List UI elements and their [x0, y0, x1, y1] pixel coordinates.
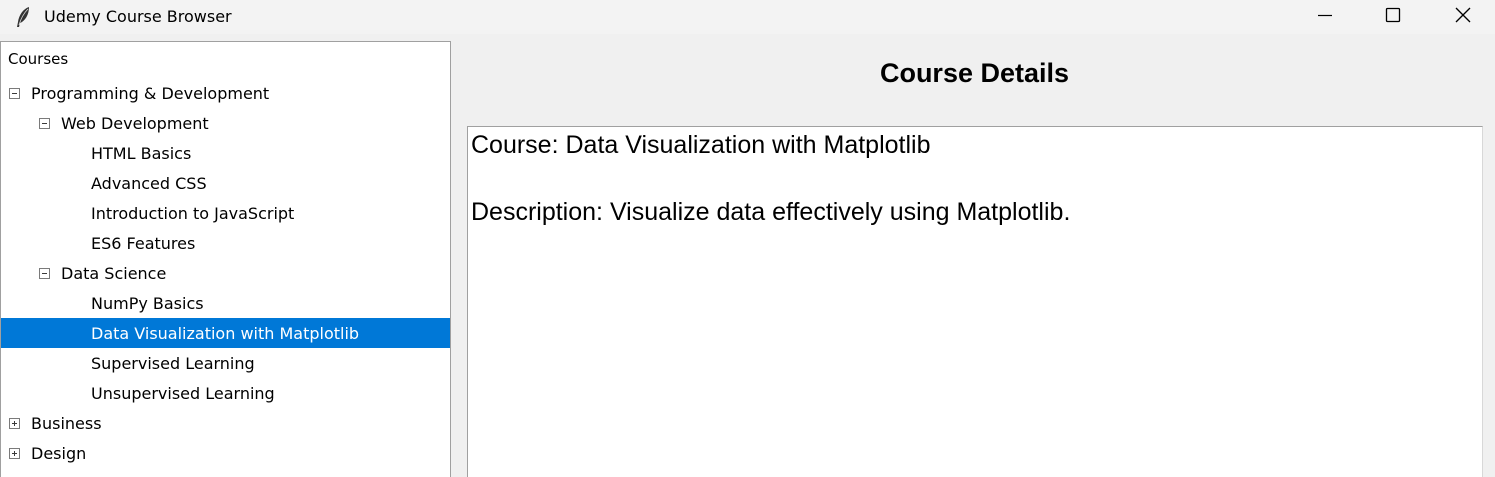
tree-item-label: Introduction to JavaScript [91, 203, 295, 223]
close-icon [1455, 7, 1471, 27]
course-line: Course: Data Visualization with Matplotl… [471, 131, 931, 159]
tree-item-label: Design [31, 443, 87, 463]
tree-item[interactable]: ES6 Features [1, 228, 450, 258]
details-title: Course Details [879, 58, 1070, 88]
tree-item-label: Data Science [61, 263, 167, 283]
maximize-icon [1385, 7, 1401, 27]
tree-item-label: Data Visualization with Matplotlib [91, 323, 360, 343]
tree-item[interactable]: Data Visualization with Matplotlib [1, 318, 450, 348]
tree-item-label: HTML Basics [91, 143, 192, 163]
expand-icon[interactable] [9, 418, 20, 429]
feather-icon [14, 6, 34, 28]
tree-item-label: Programming & Development [31, 83, 270, 103]
tree-item[interactable]: HTML Basics [1, 138, 450, 168]
collapse-icon[interactable] [9, 88, 20, 99]
tree-item-label: Advanced CSS [91, 173, 207, 193]
tree-item-label: Supervised Learning [91, 353, 255, 373]
maximize-button[interactable] [1370, 0, 1416, 34]
tree-item[interactable]: Advanced CSS [1, 168, 450, 198]
tree-item-label: NumPy Basics [91, 293, 204, 313]
tree-item[interactable]: Introduction to JavaScript [1, 198, 450, 228]
minimize-icon [1317, 7, 1333, 27]
tree-item-label: Business [31, 413, 102, 433]
collapse-icon[interactable] [39, 268, 50, 279]
window-title: Udemy Course Browser [44, 7, 232, 26]
tree-item-label: Web Development [61, 113, 209, 133]
minimize-button[interactable] [1302, 0, 1348, 34]
details-text-area[interactable]: Course: Data Visualization with Matplotl… [467, 126, 1483, 477]
tree-item[interactable]: Unsupervised Learning [1, 378, 450, 408]
tree-item[interactable]: Data Science [1, 258, 450, 288]
tree-item-label: Unsupervised Learning [91, 383, 275, 403]
tree-item[interactable]: Programming & Development [1, 78, 450, 108]
tree-item[interactable]: Design [1, 438, 450, 468]
app-window: Udemy Course Browser Courses Programming… [0, 0, 1495, 477]
course-tree[interactable]: Courses Programming & Development Web Dev… [0, 41, 451, 477]
tree-item[interactable]: Business [1, 408, 450, 438]
tree-item[interactable]: NumPy Basics [1, 288, 450, 318]
close-button[interactable] [1440, 0, 1486, 34]
tree-item[interactable]: Supervised Learning [1, 348, 450, 378]
description-line: Description: Visualize data effectively … [471, 198, 1071, 226]
tree-item-label: ES6 Features [91, 233, 196, 253]
tree-item[interactable]: Web Development [1, 108, 450, 138]
collapse-icon[interactable] [39, 118, 50, 129]
title-bar: Udemy Course Browser [0, 0, 1495, 34]
tree-heading[interactable]: Courses [8, 50, 68, 68]
expand-icon[interactable] [9, 448, 20, 459]
